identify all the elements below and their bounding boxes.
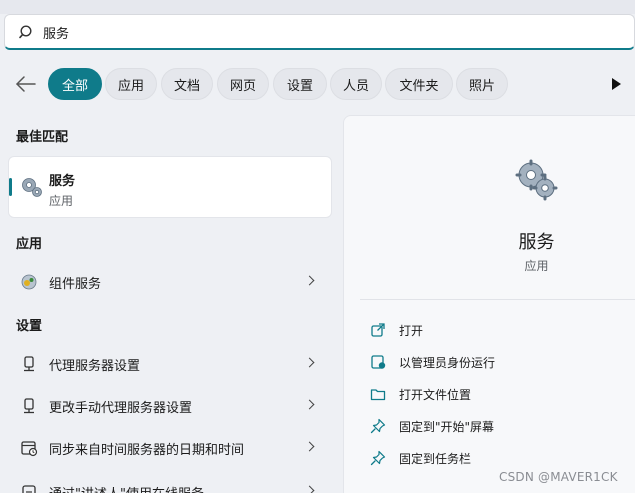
result-narrator-online[interactable]: 通过"讲述人"使用在线服务: [8, 474, 332, 493]
search-icon: [19, 25, 32, 39]
action-pin-to-taskbar[interactable]: 固定到任务栏: [362, 446, 622, 470]
action-open[interactable]: 打开: [362, 318, 622, 342]
more-filters-icon[interactable]: [612, 78, 621, 90]
watermark: CSDN @MAVER1CK: [499, 470, 618, 484]
action-run-as-admin[interactable]: 以管理员身份运行: [362, 350, 622, 374]
filter-all[interactable]: 全部: [48, 68, 102, 100]
filter-settings[interactable]: 设置: [273, 68, 327, 100]
pin-icon: [370, 450, 386, 466]
chevron-right-icon[interactable]: [304, 441, 315, 452]
result-label: 同步来自时间服务器的日期和时间: [49, 443, 245, 458]
services-gear-icon: [22, 178, 42, 197]
admin-shield-icon: [371, 355, 386, 369]
result-proxy-settings[interactable]: 代理服务器设置: [8, 346, 332, 382]
narrator-icon: [22, 485, 36, 493]
result-label: 通过"讲述人"使用在线服务: [49, 483, 204, 493]
action-label: 固定到任务栏: [399, 452, 472, 466]
pin-icon: [370, 418, 386, 434]
action-pin-to-start[interactable]: 固定到"开始"屏幕: [362, 414, 622, 438]
action-open-file-location[interactable]: 打开文件位置: [362, 382, 622, 406]
component-services-icon: [21, 274, 37, 290]
filter-documents[interactable]: 文档: [161, 68, 213, 100]
chevron-right-icon[interactable]: [304, 485, 315, 493]
calendar-clock-icon: [21, 441, 38, 457]
action-label: 以管理员身份运行: [399, 356, 496, 370]
result-component-services[interactable]: 组件服务: [8, 264, 332, 300]
action-label: 打开: [399, 324, 424, 338]
folder-icon: [370, 389, 386, 401]
filter-web[interactable]: 网页: [217, 68, 269, 100]
results-panel: 最佳匹配 服务 应用 应用 组件服务 设置 代理服务器设置 更改手动代理服务器设…: [0, 112, 340, 493]
best-match-name: 服务: [49, 174, 76, 189]
filter-people[interactable]: 人员: [330, 68, 382, 100]
preview-subtitle: 应用: [524, 259, 549, 273]
divider: [360, 299, 635, 300]
chevron-right-icon[interactable]: [304, 275, 315, 286]
result-label: 代理服务器设置: [49, 359, 141, 374]
preview-panel: 服务 应用 打开 以管理员身份运行 打开文件位置 固定到"开始"屏幕 固定到任务…: [343, 115, 635, 493]
search-box[interactable]: [4, 14, 635, 50]
result-label: 组件服务: [49, 277, 102, 292]
preview-title: 服务: [518, 232, 555, 253]
filter-apps[interactable]: 应用: [105, 68, 157, 100]
result-time-sync[interactable]: 同步来自时间服务器的日期和时间: [8, 430, 332, 466]
open-external-icon: [371, 323, 385, 337]
services-gear-icon: [515, 159, 558, 201]
selection-indicator: [9, 178, 12, 196]
filter-folders[interactable]: 文件夹: [385, 68, 453, 100]
best-match-item[interactable]: 服务 应用: [8, 156, 332, 218]
result-label: 更改手动代理服务器设置: [49, 401, 193, 416]
proxy-settings-icon: [24, 356, 34, 372]
apps-heading: 应用: [16, 237, 43, 252]
filter-photos[interactable]: 照片: [456, 68, 508, 100]
top-strip: [0, 0, 635, 14]
action-label: 打开文件位置: [399, 388, 472, 402]
result-manual-proxy-settings[interactable]: 更改手动代理服务器设置: [8, 388, 332, 424]
chevron-right-icon[interactable]: [304, 357, 315, 368]
action-label: 固定到"开始"屏幕: [399, 420, 495, 434]
best-match-type: 应用: [49, 194, 74, 208]
filter-bar: 全部 应用 文档 网页 设置 人员 文件夹 照片: [0, 66, 635, 102]
back-arrow-icon[interactable]: [14, 74, 38, 94]
proxy-settings-icon: [24, 398, 34, 414]
best-match-heading: 最佳匹配: [16, 130, 69, 145]
chevron-right-icon[interactable]: [304, 399, 315, 410]
settings-heading: 设置: [16, 319, 43, 334]
search-input[interactable]: [43, 21, 603, 43]
